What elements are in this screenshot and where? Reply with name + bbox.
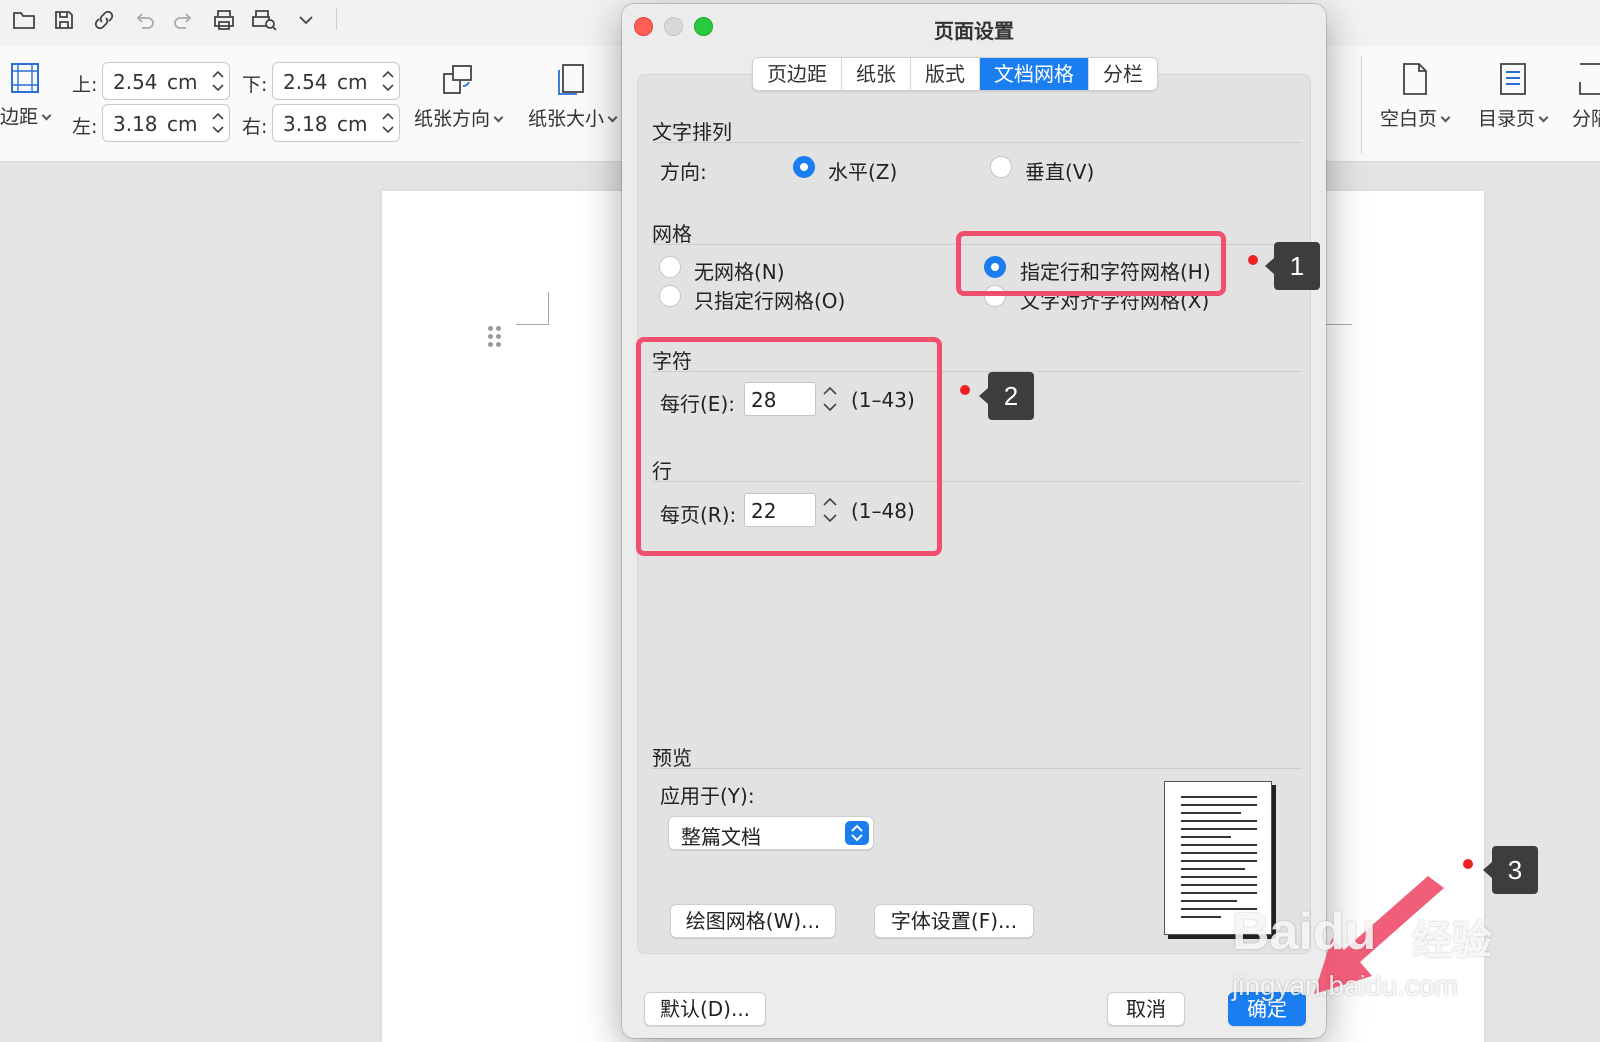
section-divider bbox=[652, 142, 1302, 143]
tab-paper[interactable]: 纸张 bbox=[842, 58, 911, 90]
pointer-arrow-icon bbox=[1314, 876, 1444, 994]
tab-bar: 页边距 纸张 版式 文档网格 分栏 bbox=[752, 57, 1158, 91]
font-settings-button[interactable]: 字体设置(F)... bbox=[874, 904, 1034, 938]
line-grid-only-radio[interactable] bbox=[659, 285, 681, 307]
undo-icon[interactable] bbox=[130, 6, 158, 34]
no-grid-radio[interactable] bbox=[659, 256, 681, 278]
paper-size-button[interactable]: 纸张大小 bbox=[528, 62, 618, 131]
dialog-titlebar: 页面设置 bbox=[622, 4, 1326, 50]
vertical-radio[interactable] bbox=[990, 156, 1012, 178]
direction-label: 方向: bbox=[660, 160, 707, 184]
margins-icon bbox=[11, 63, 39, 93]
spinner-arrows-icon[interactable] bbox=[381, 67, 395, 95]
ok-button[interactable]: 确定 bbox=[1228, 992, 1306, 1026]
link-icon[interactable] bbox=[90, 6, 118, 34]
paper-size-icon bbox=[558, 64, 584, 95]
top-margin-label: 上: bbox=[72, 74, 98, 96]
bottom-margin-label: 下: bbox=[242, 74, 268, 96]
preview-section-title: 预览 bbox=[652, 746, 692, 770]
ribbon-divider bbox=[1361, 56, 1362, 154]
default-button[interactable]: 默认(D)... bbox=[644, 992, 766, 1026]
left-margin-spinner[interactable]: 3.18 cm bbox=[102, 104, 230, 142]
text-layout-section-title: 文字排列 bbox=[652, 120, 732, 144]
tab-columns[interactable]: 分栏 bbox=[1089, 58, 1157, 90]
margins-label: 边距 bbox=[0, 106, 39, 128]
no-grid-label[interactable]: 无网格(N) bbox=[694, 256, 785, 285]
section-divider bbox=[652, 768, 1302, 769]
horizontal-radio-label[interactable]: 水平(Z) bbox=[828, 156, 897, 185]
toolbar-divider bbox=[336, 8, 337, 30]
drag-handle-icon[interactable] bbox=[488, 326, 502, 348]
tab-layout[interactable]: 版式 bbox=[911, 58, 980, 90]
tab-margins[interactable]: 页边距 bbox=[753, 58, 842, 90]
toc-page-button[interactable]: 目录页 bbox=[1478, 62, 1549, 131]
section-break-label: 分隔 bbox=[1572, 108, 1600, 130]
margins-button[interactable]: 边距 bbox=[0, 62, 52, 129]
blank-page-label: 空白页 bbox=[1380, 108, 1438, 130]
bottom-margin-spinner[interactable]: 2.54 cm bbox=[272, 62, 400, 100]
paper-size-label: 纸张大小 bbox=[528, 108, 605, 130]
spinner-arrows-icon[interactable] bbox=[211, 109, 225, 137]
orientation-button[interactable]: 纸张方向 bbox=[414, 62, 504, 131]
section-break-icon bbox=[1579, 63, 1600, 95]
spinner-arrows-icon[interactable] bbox=[381, 109, 395, 137]
apply-to-label: 应用于(Y): bbox=[660, 784, 755, 808]
annotation-dot bbox=[1248, 255, 1258, 265]
highlight-box-grid-option bbox=[956, 231, 1226, 296]
redo-icon[interactable] bbox=[170, 6, 198, 34]
dialog-title: 页面设置 bbox=[934, 19, 1014, 43]
vertical-radio-label[interactable]: 垂直(V) bbox=[1025, 156, 1094, 185]
toc-page-label: 目录页 bbox=[1478, 108, 1536, 130]
section-break-button[interactable]: 分隔 bbox=[1572, 62, 1600, 131]
grid-section-title: 网格 bbox=[652, 222, 692, 246]
step-2-callout: 2 bbox=[979, 372, 1034, 420]
chevron-down-icon[interactable] bbox=[292, 6, 320, 34]
annotation-dot bbox=[960, 385, 970, 395]
margin-corner-mark bbox=[516, 292, 549, 325]
step-3-callout: 3 bbox=[1483, 846, 1538, 894]
blank-page-icon bbox=[1402, 63, 1427, 95]
spinner-arrows-icon[interactable] bbox=[211, 67, 225, 95]
draw-grid-button[interactable]: 绘图网格(W)... bbox=[670, 904, 836, 938]
save-icon[interactable] bbox=[50, 6, 78, 34]
step-1-callout: 1 bbox=[1265, 242, 1320, 290]
right-margin-spinner[interactable]: 3.18 cm bbox=[272, 104, 400, 142]
page-orientation-icon bbox=[443, 65, 472, 94]
highlight-box-char-line-fields bbox=[636, 337, 942, 556]
right-margin-label: 右: bbox=[242, 116, 268, 138]
apply-to-value: 整篇文档 bbox=[681, 825, 761, 849]
top-margin-spinner[interactable]: 2.54 cm bbox=[102, 62, 230, 100]
print-icon[interactable] bbox=[210, 6, 238, 34]
orientation-label: 纸张方向 bbox=[414, 108, 491, 130]
tab-document-grid[interactable]: 文档网格 bbox=[980, 58, 1089, 90]
line-grid-only-label[interactable]: 只指定行网格(O) bbox=[694, 285, 845, 314]
folder-icon[interactable] bbox=[10, 6, 38, 34]
page-preview-thumbnail bbox=[1164, 781, 1272, 935]
horizontal-radio[interactable] bbox=[793, 156, 815, 178]
select-arrows-icon bbox=[845, 821, 869, 845]
print-preview-icon[interactable] bbox=[250, 6, 278, 34]
cancel-button[interactable]: 取消 bbox=[1107, 992, 1185, 1026]
annotation-dot bbox=[1463, 859, 1473, 869]
left-margin-label: 左: bbox=[72, 116, 98, 138]
apply-to-select[interactable]: 整篇文档 bbox=[668, 816, 874, 850]
blank-page-button[interactable]: 空白页 bbox=[1380, 62, 1451, 131]
toc-page-icon bbox=[1499, 63, 1526, 95]
